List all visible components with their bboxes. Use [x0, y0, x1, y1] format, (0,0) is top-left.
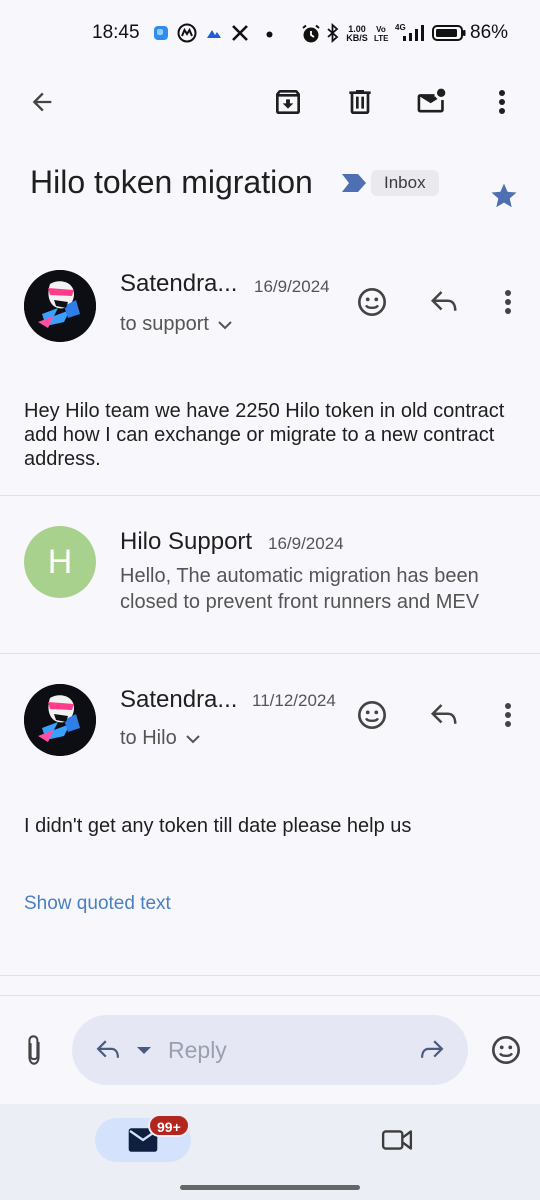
thread-subject: Hilo token migration [30, 164, 313, 200]
recipient-label: to Hilo [120, 727, 177, 749]
cloud-icon [205, 27, 223, 39]
delete-icon[interactable] [338, 80, 382, 124]
reply-icon[interactable] [422, 693, 466, 737]
status-time: 18:45 [92, 22, 140, 43]
battery-percent: 86% [470, 22, 509, 43]
message-date: 16/9/2024 [254, 277, 330, 296]
emoji-icon[interactable] [484, 1028, 528, 1072]
network-speed-unit: KB/S [346, 33, 368, 43]
x-icon [231, 24, 249, 42]
message-body: Hey Hilo team we have 2250 Hilo token in… [24, 400, 505, 470]
app-icon-blue [153, 25, 169, 41]
star-icon[interactable] [484, 176, 524, 216]
message-divider [0, 975, 540, 976]
recipient-toggle[interactable]: to Hilo [120, 727, 201, 750]
importance-marker-icon [341, 173, 367, 193]
alarm-icon [301, 24, 321, 44]
signal-icon [401, 25, 427, 41]
inbox-label-chip[interactable]: Inbox [371, 170, 439, 196]
message-sender: Hilo Support [120, 528, 253, 555]
network-speed: 1.00 KB/S [345, 25, 369, 43]
volte-line1: Vo [376, 25, 386, 34]
message-date: 11/12/2024 [252, 691, 336, 710]
coinmarketcap-icon [177, 23, 197, 43]
chevron-down-icon [185, 734, 201, 744]
sender-avatar-letter: H [24, 526, 96, 598]
message-sender: Satendra... [120, 686, 238, 713]
message-snippet: Hello, The automatic migration has been … [120, 565, 480, 613]
volte-line2: LTE [374, 34, 389, 43]
more-vert-icon[interactable] [480, 80, 524, 124]
volte-indicator: Vo LTE [374, 25, 389, 43]
battery-icon [432, 25, 466, 41]
archive-icon[interactable] [266, 80, 310, 124]
gesture-navigation-bar[interactable] [180, 1185, 360, 1190]
reply-bar-divider [0, 995, 540, 996]
sender-avatar[interactable] [24, 684, 96, 756]
recipient-toggle[interactable]: to support [120, 313, 233, 336]
message-date: 16/9/2024 [268, 534, 344, 553]
chevron-down-icon [217, 320, 233, 330]
message-sender: Satendra... [120, 270, 238, 297]
emoji-reaction-icon[interactable] [350, 280, 394, 324]
message-more-icon[interactable] [488, 693, 528, 737]
bluetooth-icon [326, 23, 340, 43]
back-arrow-icon[interactable] [20, 80, 64, 124]
meet-video-icon[interactable] [372, 1118, 422, 1162]
message-more-icon[interactable] [488, 280, 528, 324]
mark-unread-icon[interactable] [410, 80, 454, 124]
reply-placeholder: Reply [168, 1037, 227, 1063]
reply-mode-dropdown-icon[interactable] [132, 1040, 156, 1060]
attachment-icon[interactable] [14, 1030, 54, 1070]
forward-icon[interactable] [412, 1032, 452, 1068]
message-body: I didn't get any token till date please … [24, 815, 412, 837]
reply-icon[interactable] [422, 280, 466, 324]
sender-avatar[interactable] [24, 270, 96, 342]
reply-mode-icon[interactable] [90, 1032, 126, 1068]
show-quoted-text-link[interactable]: Show quoted text [24, 893, 171, 915]
recipient-label: to support [120, 313, 209, 335]
status-bar: 18:45 1.00 KB/S Vo LTE 4G 86% [0, 0, 540, 66]
unread-count-badge: 99+ [148, 1114, 190, 1137]
message-divider [0, 653, 540, 654]
dot-icon [266, 31, 273, 38]
emoji-reaction-icon[interactable] [350, 693, 394, 737]
collapsed-message[interactable]: H Hilo Support 16/9/2024 Hello, The auto… [0, 496, 540, 652]
